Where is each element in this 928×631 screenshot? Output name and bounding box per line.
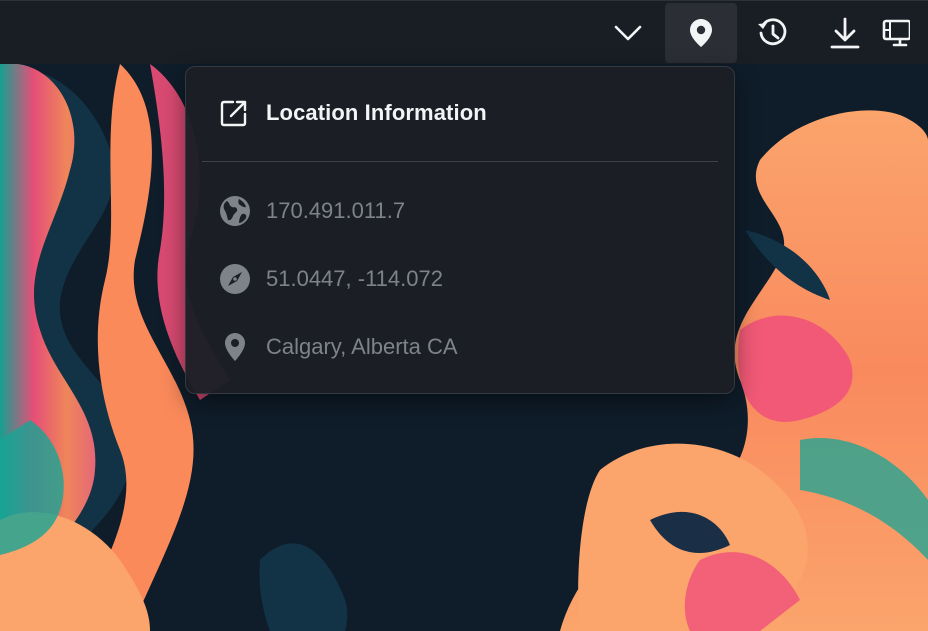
ip-address-row: 170.491.011.7 — [218, 193, 405, 229]
map-pin-icon — [690, 19, 712, 47]
popover-title: Location Information — [266, 100, 487, 125]
location-button[interactable] — [665, 3, 737, 63]
external-link-icon — [220, 100, 247, 127]
city-text: Calgary, Alberta CA — [266, 334, 458, 359]
city-row: Calgary, Alberta CA — [218, 329, 458, 365]
history-button[interactable] — [737, 3, 809, 63]
history-icon — [758, 18, 787, 46]
coordinates-text: 51.0447, -114.072 — [266, 266, 443, 291]
monitor-icon — [882, 19, 910, 47]
popover-header[interactable]: Location Information — [219, 97, 487, 129]
chevron-down-icon — [614, 25, 642, 41]
location-info-popover: Location Information 170.491.011.7 51.04… — [185, 66, 735, 394]
compass-icon — [220, 264, 250, 294]
divider — [202, 161, 718, 162]
download-icon — [830, 17, 860, 49]
top-toolbar — [0, 0, 928, 64]
ip-address-text: 170.491.011.7 — [266, 198, 406, 223]
download-button[interactable] — [809, 3, 881, 63]
display-button[interactable] — [880, 3, 928, 63]
coordinates-row: 51.0447, -114.072 — [218, 261, 443, 297]
expand-button[interactable] — [592, 3, 664, 63]
map-pin-icon — [225, 333, 245, 361]
globe-icon — [220, 196, 250, 226]
